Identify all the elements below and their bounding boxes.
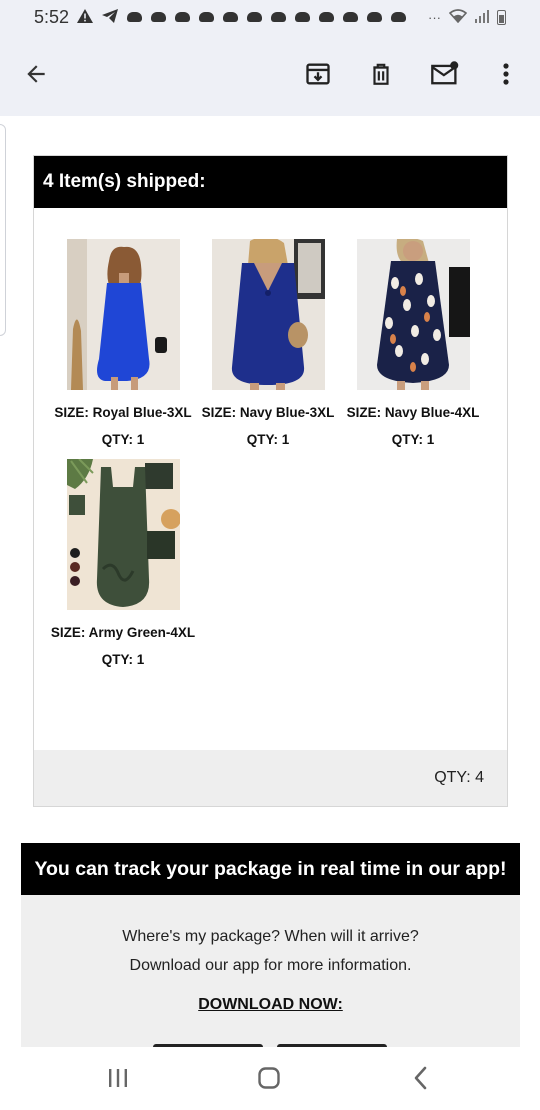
product-photo bbox=[66, 459, 180, 610]
status-time: 5:52 bbox=[34, 6, 70, 27]
cloud-icon bbox=[127, 12, 143, 22]
recents-icon[interactable] bbox=[101, 1063, 135, 1093]
back-arrow-icon[interactable] bbox=[18, 56, 54, 92]
item-size: SIZE: Navy Blue-4XL bbox=[346, 405, 480, 420]
mark-unread-icon[interactable] bbox=[427, 56, 463, 92]
cloud-icon bbox=[223, 12, 239, 22]
cloud-icon bbox=[271, 12, 287, 22]
track-package-section: You can track your package in real time … bbox=[21, 843, 520, 1047]
item-size: SIZE: Navy Blue-3XL bbox=[201, 405, 335, 420]
cloud-icon bbox=[367, 12, 383, 22]
more-vert-icon[interactable] bbox=[488, 56, 524, 92]
download-now-link[interactable]: DOWNLOAD NOW: bbox=[21, 996, 520, 1014]
shipment-box: 4 Item(s) shipped: SIZE: Royal Blue-3XL … bbox=[33, 155, 508, 807]
product-photo bbox=[356, 239, 470, 390]
track-info: Download our app for more information. bbox=[129, 957, 412, 974]
notification-icons bbox=[77, 8, 407, 26]
cloud-icon bbox=[175, 12, 191, 22]
cloud-icon bbox=[295, 12, 311, 22]
wifi-icon bbox=[448, 8, 468, 26]
alert-icon bbox=[77, 8, 94, 26]
home-icon[interactable] bbox=[252, 1063, 286, 1093]
delete-icon[interactable] bbox=[363, 56, 399, 92]
item-qty: QTY: 1 bbox=[246, 432, 290, 447]
shipped-item: SIZE: Army Green-4XL QTY: 1 bbox=[50, 459, 196, 673]
product-photo bbox=[66, 239, 180, 390]
item-qty: QTY: 1 bbox=[101, 652, 145, 667]
nav-back-icon[interactable] bbox=[404, 1063, 438, 1093]
signal-icon bbox=[475, 9, 489, 26]
cloud-icon bbox=[199, 12, 215, 22]
item-size: SIZE: Army Green-4XL bbox=[50, 625, 196, 640]
system-status: ··· bbox=[428, 8, 506, 26]
item-qty: QTY: 1 bbox=[391, 432, 435, 447]
cloud-icon bbox=[391, 12, 407, 22]
total-qty: QTY: 4 bbox=[434, 769, 484, 786]
shipped-item: SIZE: Royal Blue-3XL QTY: 1 bbox=[50, 239, 196, 453]
cloud-icon bbox=[151, 12, 167, 22]
shipped-item: SIZE: Navy Blue-3XL QTY: 1 bbox=[195, 239, 341, 453]
item-size: SIZE: Royal Blue-3XL bbox=[54, 405, 192, 420]
more-notifications-indicator: ··· bbox=[428, 9, 441, 25]
total-qty-bar: QTY: 4 bbox=[34, 750, 507, 806]
telegram-icon bbox=[102, 8, 119, 26]
app-bar bbox=[0, 34, 540, 116]
product-photo bbox=[211, 239, 325, 390]
track-question: Where's my package? When will it arrive? bbox=[122, 928, 419, 945]
system-nav-bar bbox=[0, 1047, 540, 1110]
shipped-item: SIZE: Navy Blue-4XL QTY: 1 bbox=[340, 239, 486, 453]
shipment-header: 4 Item(s) shipped: bbox=[34, 156, 507, 208]
battery-icon bbox=[497, 9, 506, 25]
side-panel-handle[interactable] bbox=[0, 124, 6, 336]
track-header: You can track your package in real time … bbox=[21, 843, 520, 895]
status-bar: 5:52 ··· bbox=[0, 0, 540, 34]
archive-icon[interactable] bbox=[300, 56, 336, 92]
item-qty: QTY: 1 bbox=[101, 432, 145, 447]
cloud-icon bbox=[343, 12, 359, 22]
cloud-icon bbox=[319, 12, 335, 22]
cloud-icon bbox=[247, 12, 263, 22]
